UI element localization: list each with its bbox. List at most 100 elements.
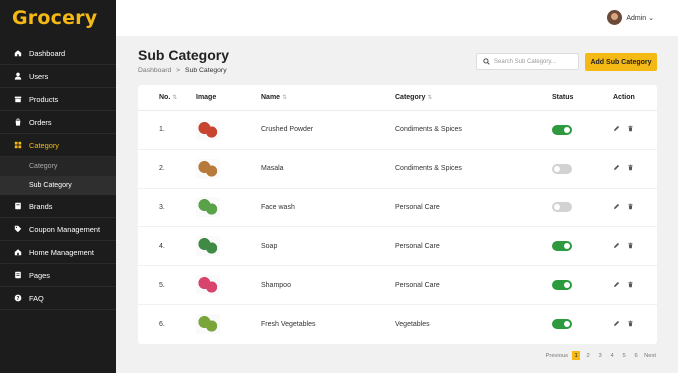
row-image — [196, 236, 220, 257]
product-thumbnail — [196, 119, 220, 140]
table-row: 6. Fresh Vegetables Vegetables — [138, 305, 657, 344]
edit-icon[interactable] — [613, 203, 620, 212]
question-icon: ? — [13, 294, 22, 303]
status-toggle[interactable] — [552, 163, 572, 174]
sidebar-item-label: Coupon Management — [29, 224, 101, 234]
row-image — [196, 275, 220, 296]
column-image: Image — [196, 94, 217, 101]
sidebar-item-label: Products — [29, 94, 59, 104]
column-name[interactable]: Name ⇅ — [261, 94, 287, 101]
pagination-page[interactable]: 5 — [620, 351, 628, 360]
user-icon — [13, 72, 22, 81]
pagination: Previous 123456 Next — [546, 351, 656, 360]
table-row: 3. Face wash Personal Care — [138, 189, 657, 228]
column-no[interactable]: No. ⇅ — [159, 94, 177, 101]
sidebar-item-orders[interactable]: Orders — [0, 111, 116, 134]
toggle-knob — [564, 243, 570, 250]
row-name: Soap — [261, 242, 278, 250]
product-thumbnail — [196, 314, 220, 335]
search-placeholder: Search Sub Category... — [494, 58, 556, 65]
trash-icon[interactable] — [627, 320, 634, 329]
sidebar-item-brands[interactable]: Brands — [0, 195, 116, 218]
status-toggle[interactable] — [552, 202, 572, 213]
row-name: Face wash — [261, 203, 295, 211]
app-logo[interactable]: Grocery — [0, 0, 116, 36]
sidebar-item-users[interactable]: Users — [0, 65, 116, 88]
sidebar-item-category[interactable]: Category — [0, 134, 116, 157]
page-title: Sub Category — [138, 47, 230, 63]
sidebar-item-label: Users — [29, 71, 49, 81]
column-category[interactable]: Category ⇅ — [395, 94, 432, 101]
product-thumbnail — [196, 158, 220, 179]
breadcrumb-home[interactable]: Dashboard — [138, 67, 171, 74]
user-menu[interactable]: Admin ⌄ — [607, 10, 654, 25]
home-icon — [13, 49, 22, 58]
grid-icon — [13, 141, 22, 150]
sidebar-item-products[interactable]: Products — [0, 88, 116, 111]
sidebar-item-coupon-management[interactable]: Coupon Management — [0, 218, 116, 241]
row-name: Fresh Vegetables — [261, 320, 316, 328]
table-header: No. ⇅ Image Name ⇅ Category ⇅ Status Action — [138, 85, 657, 111]
row-category: Condiments & Spices — [395, 165, 462, 173]
trash-icon[interactable] — [627, 125, 634, 134]
column-action: Action — [613, 94, 635, 101]
house-icon — [13, 248, 22, 257]
box-icon — [13, 95, 22, 104]
status-toggle[interactable] — [552, 241, 572, 252]
edit-icon[interactable] — [613, 164, 620, 173]
pagination-previous[interactable]: Previous — [546, 351, 569, 360]
status-toggle[interactable] — [552, 124, 572, 135]
sidebar-subitem-category[interactable]: Category — [0, 157, 116, 176]
edit-icon[interactable] — [613, 281, 620, 290]
sidebar-item-label: Home Management — [29, 247, 94, 257]
trash-icon[interactable] — [627, 203, 634, 212]
sidebar-item-dashboard[interactable]: Dashboard — [0, 42, 116, 65]
pagination-page[interactable]: 3 — [596, 351, 604, 360]
sidebar: Grocery Dashboard Users Products Orders … — [0, 0, 116, 373]
trash-icon[interactable] — [627, 281, 634, 290]
sidebar-subitem-label: Category — [29, 163, 58, 170]
row-number: 6. — [159, 320, 165, 328]
trash-icon[interactable] — [627, 242, 634, 251]
sidebar-item-home-management[interactable]: Home Management — [0, 241, 116, 264]
trash-icon[interactable] — [627, 164, 634, 173]
bag-icon — [13, 118, 22, 127]
row-number: 4. — [159, 242, 165, 250]
toggle-knob — [554, 165, 560, 172]
sidebar-item-pages[interactable]: Pages — [0, 264, 116, 287]
row-number: 2. — [159, 165, 165, 173]
edit-icon[interactable] — [613, 125, 620, 134]
row-number: 3. — [159, 203, 165, 211]
sidebar-item-label: Orders — [29, 117, 52, 127]
edit-icon[interactable] — [613, 320, 620, 329]
product-thumbnail — [196, 197, 220, 218]
pagination-page[interactable]: 4 — [608, 351, 616, 360]
pagination-next[interactable]: Next — [644, 351, 656, 360]
sidebar-item-label: Brands — [29, 201, 53, 211]
row-category: Condiments & Spices — [395, 126, 462, 134]
table-row: 2. Masala Condiments & Spices — [138, 150, 657, 189]
row-category: Personal Care — [395, 203, 440, 211]
sort-icon: ⇅ — [427, 95, 433, 101]
sidebar-item-label: FAQ — [29, 293, 44, 303]
toggle-knob — [564, 282, 570, 289]
sidebar-item-faq[interactable]: ? FAQ — [0, 287, 116, 310]
add-sub-category-button[interactable]: Add Sub Category — [585, 53, 657, 71]
status-toggle[interactable] — [552, 319, 572, 330]
sort-icon: ⇅ — [172, 95, 178, 101]
sidebar-subitem-sub-category[interactable]: Sub Category — [0, 176, 116, 195]
pagination-page[interactable]: 1 — [572, 351, 581, 360]
breadcrumb-separator: > — [176, 67, 181, 74]
pagination-page[interactable]: 6 — [632, 351, 640, 360]
row-name: Masala — [261, 165, 284, 173]
toggle-knob — [564, 126, 570, 133]
row-number: 5. — [159, 281, 165, 289]
search-input[interactable]: Search Sub Category... — [476, 53, 579, 70]
sub-category-table: No. ⇅ Image Name ⇅ Category ⇅ Status Action… — [138, 85, 657, 344]
pagination-page[interactable]: 2 — [584, 351, 592, 360]
sidebar-item-label: Pages — [29, 270, 50, 280]
page-icon — [13, 271, 22, 280]
edit-icon[interactable] — [613, 242, 620, 251]
table-row: 4. Soap Personal Care — [138, 227, 657, 267]
status-toggle[interactable] — [552, 280, 572, 291]
